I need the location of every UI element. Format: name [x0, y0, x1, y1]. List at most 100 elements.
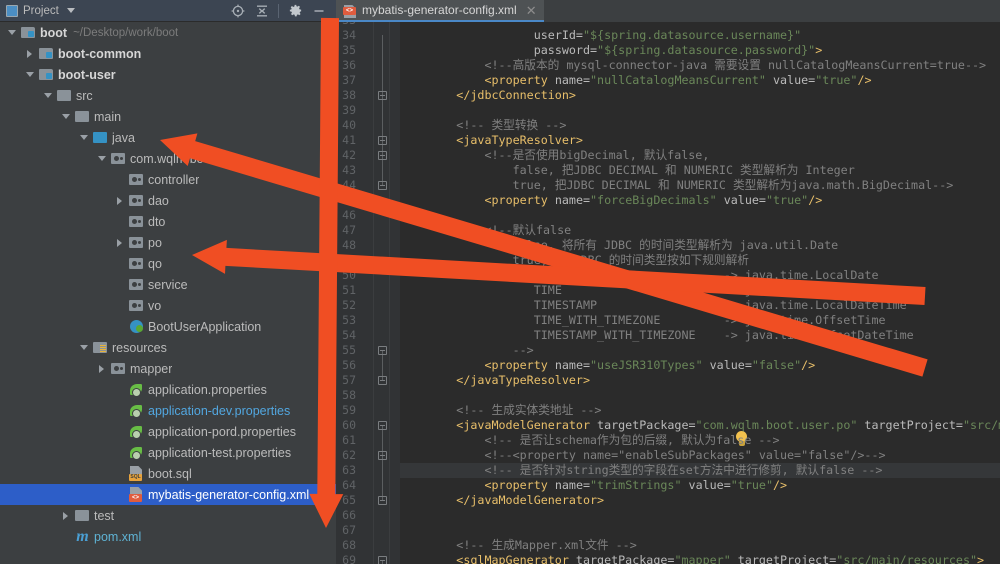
code-folding-icon[interactable]	[378, 346, 387, 355]
code-line[interactable]	[400, 103, 1000, 118]
tree-row-dao[interactable]: dao	[0, 190, 336, 211]
tree-row-main[interactable]: main	[0, 106, 336, 127]
code-line[interactable]: <!-- 类型转换 -->	[400, 118, 1000, 133]
code-line[interactable]: <!--<property name="enableSubPackages" v…	[400, 448, 1000, 463]
code-folding-icon[interactable]	[378, 556, 387, 564]
chevron-right-icon[interactable]	[114, 190, 128, 211]
chevron-down-icon[interactable]	[24, 64, 38, 85]
chevron-right-icon[interactable]	[60, 505, 74, 526]
code-line[interactable]: <property name="useJSR310Types" value="f…	[400, 358, 1000, 373]
tree-row-pom-xml[interactable]: pom.xml	[0, 526, 336, 547]
collapse-all-icon[interactable]	[251, 1, 273, 21]
code-line[interactable]: </javaTypeResolver>	[400, 373, 1000, 388]
code-token: <!--是否使用bigDecimal, 默认false,	[484, 148, 709, 162]
code-line[interactable]: <sqlMapGenerator targetPackage="mapper" …	[400, 553, 1000, 564]
chevron-right-icon[interactable]	[114, 232, 128, 253]
chevron-down-icon[interactable]	[42, 85, 56, 106]
code-folding-icon[interactable]	[378, 181, 387, 190]
editor-gutter[interactable]: 3334353637383940414243444546474849505152…	[336, 22, 400, 564]
tree-row-application-pord-properties[interactable]: application-pord.properties	[0, 421, 336, 442]
tree-row-mapper[interactable]: mapper	[0, 358, 336, 379]
code-line[interactable]: </javaModelGenerator>	[400, 493, 1000, 508]
locate-target-icon[interactable]	[227, 1, 249, 21]
tree-row-qo[interactable]: qo	[0, 253, 336, 274]
pkg-icon	[128, 190, 145, 211]
chevron-down-icon[interactable]	[60, 106, 74, 127]
code-line[interactable]: <!-- 是否让schema作为包的后缀, 默认为false -->	[400, 433, 1000, 448]
code-line[interactable]: TIME -> java.time.LocalTime	[400, 283, 1000, 298]
code-line[interactable]: TIMESTAMP_WITH_TIMEZONE -> java.time.Off…	[400, 328, 1000, 343]
code-folding-icon[interactable]	[378, 496, 387, 505]
tree-row-java[interactable]: java	[0, 127, 336, 148]
tree-row-application-dev-properties[interactable]: application-dev.properties	[0, 400, 336, 421]
code-line[interactable]: <!--是否使用bigDecimal, 默认false,	[400, 148, 1000, 163]
code-line[interactable]: <!-- 生成Mapper.xml文件 -->	[400, 538, 1000, 553]
chevron-right-icon[interactable]	[24, 43, 38, 64]
code-line[interactable]: TIME_WITH_TIMEZONE -> java.time.OffsetTi…	[400, 313, 1000, 328]
twisty-spacer	[114, 169, 128, 190]
code-line[interactable]: true, 把JDBC DECIMAL 和 NUMERIC 类型解析为java.…	[400, 178, 1000, 193]
code-line[interactable]: password="${spring.datasource.password}"…	[400, 43, 1000, 58]
code-line[interactable]: true, 将 JDBC 的时间类型按如下规则解析	[400, 253, 1000, 268]
code-line[interactable]: userId="${spring.datasource.username}"	[400, 28, 1000, 43]
code-content[interactable]: userId="${spring.datasource.username}" p…	[400, 22, 1000, 564]
chevron-down-icon[interactable]	[78, 337, 92, 358]
tree-row-test[interactable]: test	[0, 505, 336, 526]
tree-row-boot-common[interactable]: boot-common	[0, 43, 336, 64]
chevron-right-icon[interactable]	[96, 358, 110, 379]
code-folding-strip[interactable]	[376, 22, 388, 564]
minimize-icon[interactable]	[308, 1, 330, 21]
tree-item-label: mapper	[130, 362, 172, 376]
code-folding-icon[interactable]	[378, 91, 387, 100]
tree-row-boot-sql[interactable]: boot.sql	[0, 463, 336, 484]
code-line[interactable]: <!--默认false	[400, 223, 1000, 238]
chevron-down-icon[interactable]	[67, 8, 75, 13]
code-folding-icon[interactable]	[378, 421, 387, 430]
code-line[interactable]: <!--高版本的 mysql-connector-java 需要设置 nullC…	[400, 58, 1000, 73]
code-line[interactable]	[400, 508, 1000, 523]
code-line[interactable]: <!-- 是否针对string类型的字段在set方法中进行修剪, 默认false…	[400, 463, 1000, 478]
tree-row-vo[interactable]: vo	[0, 295, 336, 316]
tree-row-boot-user[interactable]: boot-user	[0, 64, 336, 85]
code-line[interactable]	[400, 523, 1000, 538]
chevron-down-icon[interactable]	[6, 22, 20, 43]
project-tree[interactable]: boot~/Desktop/work/bootboot-commonboot-u…	[0, 22, 336, 564]
code-line[interactable]: DATE -> java.time.LocalDate	[400, 268, 1000, 283]
tree-row-bootuserapplication[interactable]: BootUserApplication	[0, 316, 336, 337]
editor-tab-mybatis-generator-config[interactable]: mybatis-generator-config.xml ✕	[336, 0, 544, 22]
chevron-down-icon[interactable]	[96, 148, 110, 169]
tree-row-dto[interactable]: dto	[0, 211, 336, 232]
code-line[interactable]: <property name="nullCatalogMeansCurrent"…	[400, 73, 1000, 88]
tree-row-mybatis-generator-config-xml[interactable]: mybatis-generator-config.xml	[0, 484, 336, 505]
code-line[interactable]: <!-- 生成实体类地址 -->	[400, 403, 1000, 418]
code-line[interactable]	[400, 388, 1000, 403]
tree-row-com-wqlm-boot-user[interactable]: com.wqlm.boot.user	[0, 148, 336, 169]
code-folding-icon[interactable]	[378, 151, 387, 160]
code-line[interactable]: false, 将所有 JDBC 的时间类型解析为 java.util.Date	[400, 238, 1000, 253]
code-folding-icon[interactable]	[378, 136, 387, 145]
tree-row-service[interactable]: service	[0, 274, 336, 295]
code-viewport[interactable]: 3334353637383940414243444546474849505152…	[336, 22, 1000, 564]
code-line[interactable]: </jdbcConnection>	[400, 88, 1000, 103]
code-line[interactable]: <javaModelGenerator targetPackage="com.w…	[400, 418, 1000, 433]
gear-icon[interactable]	[284, 1, 306, 21]
code-folding-icon[interactable]	[378, 376, 387, 385]
code-line[interactable]: TIMESTAMP -> java.time.LocalDateTime	[400, 298, 1000, 313]
chevron-down-icon[interactable]	[78, 127, 92, 148]
tree-row-application-properties[interactable]: application.properties	[0, 379, 336, 400]
tree-row-resources[interactable]: resources	[0, 337, 336, 358]
tree-row-src[interactable]: src	[0, 85, 336, 106]
code-line[interactable]: <property name="trimStrings" value="true…	[400, 478, 1000, 493]
tree-row-boot[interactable]: boot~/Desktop/work/boot	[0, 22, 336, 43]
code-line[interactable]: <property name="forceBigDecimals" value=…	[400, 193, 1000, 208]
indent-spacer	[0, 85, 42, 106]
code-line[interactable]: -->	[400, 343, 1000, 358]
tree-row-controller[interactable]: controller	[0, 169, 336, 190]
code-line[interactable]	[400, 208, 1000, 223]
tree-row-po[interactable]: po	[0, 232, 336, 253]
code-line[interactable]: <javaTypeResolver>	[400, 133, 1000, 148]
code-folding-icon[interactable]	[378, 451, 387, 460]
tree-row-application-test-properties[interactable]: application-test.properties	[0, 442, 336, 463]
code-line[interactable]: false, 把JDBC DECIMAL 和 NUMERIC 类型解析为 Int…	[400, 163, 1000, 178]
close-icon[interactable]: ✕	[526, 4, 537, 17]
